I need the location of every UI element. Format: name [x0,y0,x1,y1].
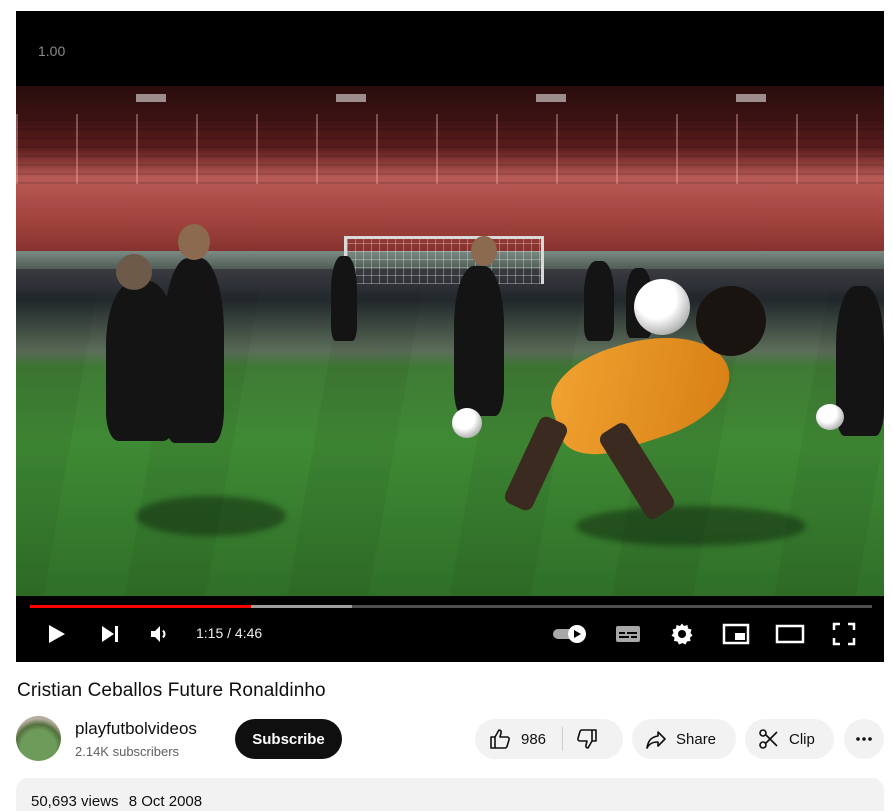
more-icon [856,737,872,741]
subscribe-button[interactable]: Subscribe [235,719,342,759]
next-button[interactable] [92,616,128,652]
autoplay-toggle[interactable] [550,616,590,652]
stadium-lights [16,94,884,102]
player-controls: 1:15 / 4:46 [16,616,884,652]
video-title: Cristian Ceballos Future Ronaldinho [17,680,326,701]
more-actions-button[interactable] [844,719,884,759]
clip-label: Clip [789,730,815,748]
player-shadow [576,506,806,546]
description-meta: 50,693 views 8 Oct 2008 [31,793,202,810]
main-player-head [696,286,766,356]
thumbs-down-icon [577,729,597,749]
play-icon [49,625,65,643]
view-count: 50,693 views [31,793,119,810]
settings-button[interactable] [664,616,700,652]
next-icon [102,626,118,642]
player-shadow [136,496,286,536]
play-button[interactable] [38,616,74,652]
like-button[interactable]: 986 [475,719,546,759]
scissors-icon [759,729,778,749]
player-head [116,254,152,290]
theater-mode-button[interactable] [772,616,808,652]
football [816,404,844,430]
like-count: 986 [521,730,547,748]
theater-mode-icon [775,624,805,644]
fullscreen-icon [832,622,856,646]
mute-button[interactable] [142,616,178,652]
time-display: 1:15 / 4:46 [196,625,262,641]
duration: 4:46 [234,625,263,641]
thumbs-up-icon [490,729,510,749]
video-player[interactable]: 1.00 1:15 / 4:46 [16,11,884,662]
dislike-button[interactable] [563,719,611,759]
miniplayer-button[interactable] [718,616,754,652]
time-separator: / [227,625,235,641]
subscriber-count: 2.14K subscribers [75,744,180,759]
settings-icon [671,623,693,645]
description-box[interactable]: 50,693 views 8 Oct 2008 [16,778,884,811]
player-figure [454,266,504,416]
player-head [471,236,497,266]
channel-name[interactable]: playfutbolvideos [75,719,197,739]
player-figure [164,258,224,443]
share-label: Share [676,730,717,748]
avatar[interactable] [16,716,61,761]
progress-bar[interactable] [30,605,872,608]
volume-icon [151,626,166,642]
fullscreen-button[interactable] [826,616,862,652]
player-figure [584,261,614,341]
share-icon [646,731,666,749]
player-figure [331,256,357,341]
played-progress [30,605,251,608]
player-head [178,224,210,260]
autoplay-toggle-icon [553,625,586,643]
current-time: 1:15 [196,625,224,641]
football [452,408,482,438]
upload-date: 8 Oct 2008 [128,793,203,810]
video-frame[interactable] [16,86,884,596]
share-button[interactable]: Share [632,719,736,759]
miniplayer-icon [722,623,750,645]
goal-net [344,236,544,284]
like-dislike-group: 986 [475,719,623,759]
subtitles-button[interactable] [610,616,646,652]
clip-button[interactable]: Clip [745,719,834,759]
stadium-stands [16,114,884,184]
football [634,279,690,335]
subtitles-icon [616,626,640,642]
playback-speed-overlay: 1.00 [38,43,66,59]
